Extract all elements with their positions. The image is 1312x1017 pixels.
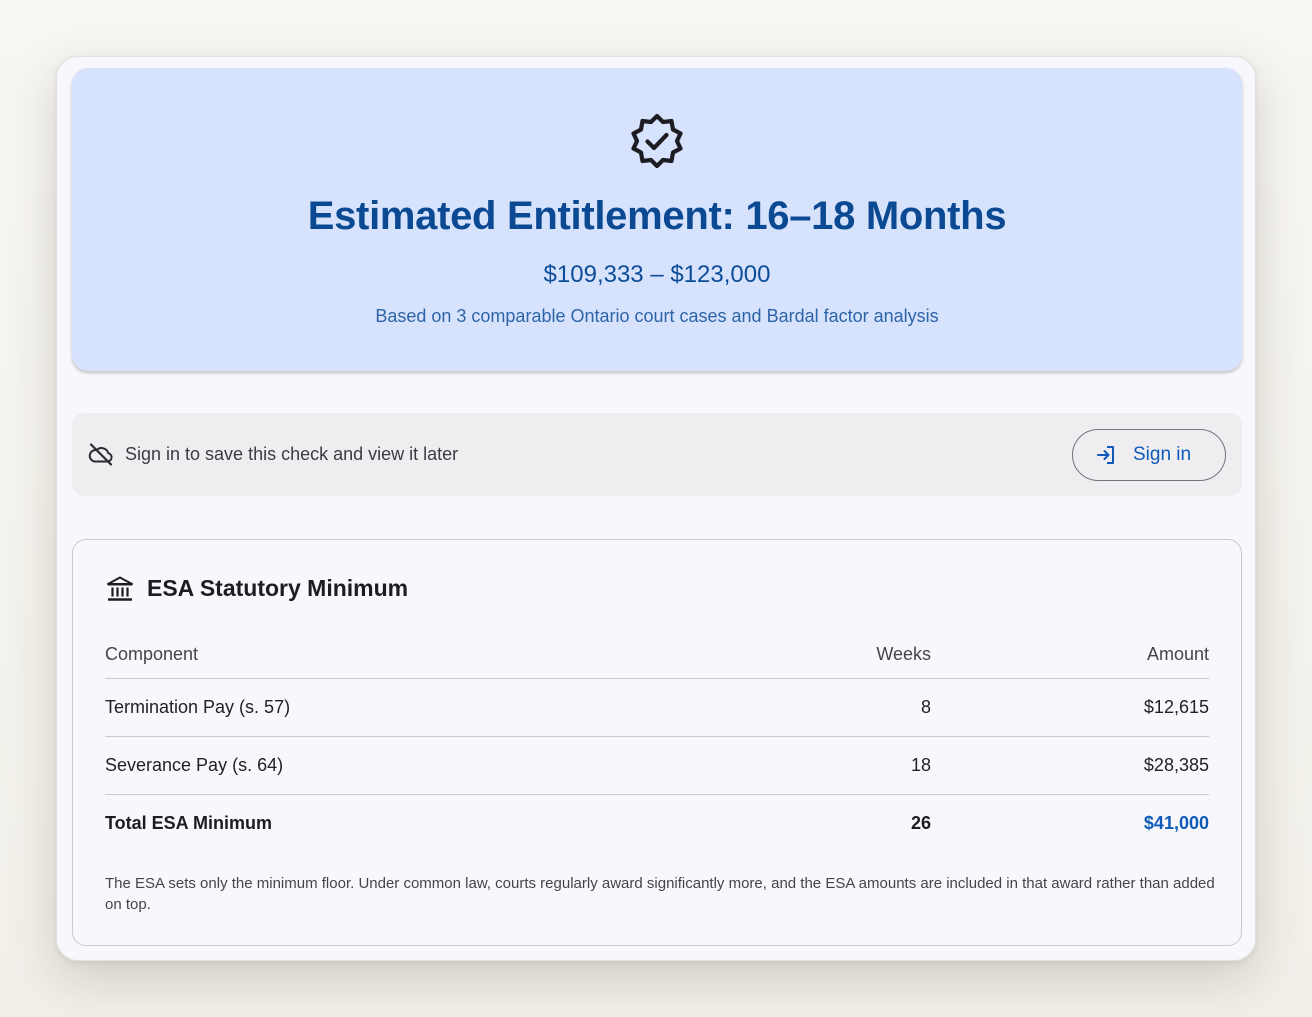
- column-header-weeks: Weeks: [705, 632, 931, 679]
- cloud-off-icon: [88, 443, 113, 466]
- entitlement-amount-range: $109,333 – $123,000: [543, 261, 771, 288]
- row-amount: $12,615: [931, 678, 1209, 737]
- signin-banner: Sign in to save this check and view it l…: [72, 413, 1242, 496]
- result-window: Estimated Entitlement: 16–18 Months $109…: [56, 56, 1256, 961]
- bank-icon: [107, 576, 133, 601]
- row-component: Severance Pay (s. 64): [105, 736, 705, 795]
- login-icon: [1097, 446, 1114, 464]
- total-weeks: 26: [910, 812, 931, 833]
- esa-minimum-card: ESA Statutory Minimum Component Weeks Am…: [72, 539, 1242, 946]
- table-header-row: Component Weeks Amount: [105, 632, 1209, 679]
- total-amount: $41,000: [1143, 812, 1209, 833]
- entitlement-basis: Based on 3 comparable Ontario court case…: [375, 306, 939, 326]
- esa-footnote: The ESA sets only the minimum floor. Und…: [105, 875, 1215, 913]
- table-row: Severance Pay (s. 64) 18 $28,385: [105, 736, 1209, 795]
- esa-title: ESA Statutory Minimum: [147, 575, 409, 601]
- table-row: Termination Pay (s. 57) 8 $12,615: [105, 678, 1209, 737]
- table-total-row: Total ESA Minimum 26 $41,000: [105, 794, 1209, 852]
- column-header-amount: Amount: [931, 632, 1209, 679]
- esa-table: Component Weeks Amount Termination Pay (…: [105, 632, 1209, 852]
- entitlement-summary-card: Estimated Entitlement: 16–18 Months $109…: [72, 68, 1242, 371]
- row-weeks: 18: [705, 736, 931, 795]
- verified-badge-icon: [631, 113, 683, 169]
- total-label: Total ESA Minimum: [105, 812, 273, 833]
- column-header-component: Component: [105, 632, 705, 679]
- signin-button[interactable]: Sign in: [1072, 429, 1226, 481]
- row-component: Termination Pay (s. 57): [105, 678, 705, 737]
- row-weeks: 8: [705, 678, 931, 737]
- entitlement-title: Estimated Entitlement: 16–18 Months: [307, 194, 1007, 238]
- signin-message: Sign in to save this check and view it l…: [125, 444, 459, 464]
- row-amount: $28,385: [931, 736, 1209, 795]
- signin-button-label: Sign in: [1133, 444, 1192, 465]
